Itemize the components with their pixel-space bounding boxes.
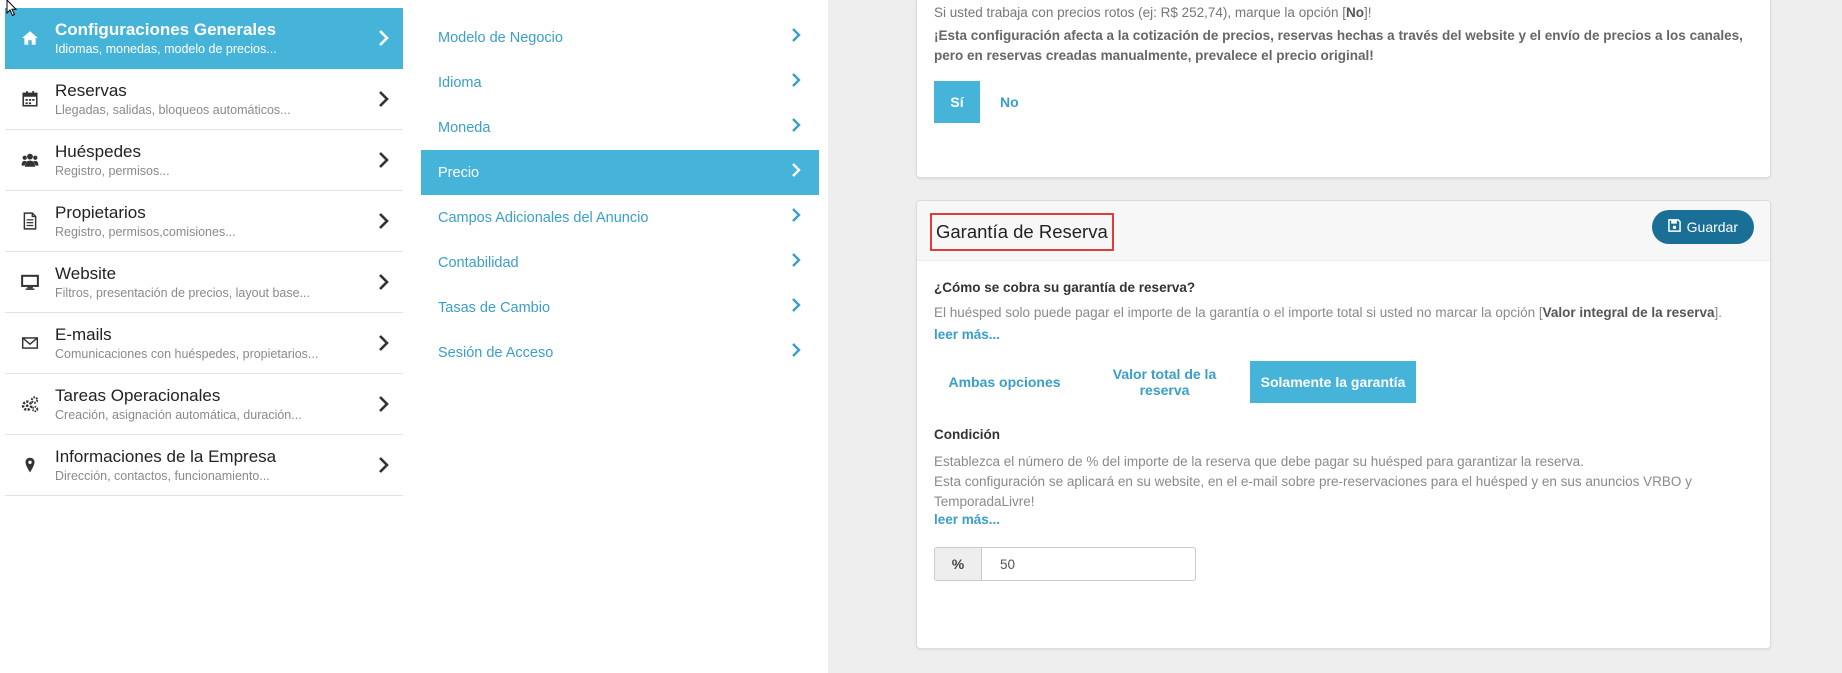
sidebar-item-title: Huéspedes: [55, 141, 142, 161]
garantia-question: ¿Cómo se cobra su garantía de reserva?: [934, 280, 1196, 295]
text-fragment: ].: [1714, 305, 1722, 320]
garantia-reserva-card: Garantía de Reserva Guardar ¿Cómo se cob…: [916, 200, 1771, 649]
chevron-right-icon: [363, 30, 403, 46]
sidebar-item-huespedes[interactable]: Huéspedes Registro, permisos...: [5, 130, 403, 191]
option-no-button[interactable]: No: [1000, 81, 1019, 123]
envelope-icon: [5, 334, 55, 352]
chevron-right-icon: [363, 91, 403, 107]
chevron-right-icon: [791, 253, 801, 272]
percent-addon: %: [934, 547, 982, 581]
floppy-disk-icon: [1667, 219, 1681, 235]
chevron-right-icon: [791, 343, 801, 362]
sidebar-item-informaciones-empresa[interactable]: Informaciones de la Empresa Dirección, c…: [5, 435, 403, 496]
sidebar-item-website[interactable]: Website Filtros, presentación de precios…: [5, 252, 403, 313]
chevron-right-icon: [791, 28, 801, 47]
sidebar-item-subtitle: Comunicaciones con huéspedes, propietari…: [55, 346, 319, 361]
chevron-right-icon: [791, 208, 801, 227]
sidebar-item-propietarios[interactable]: Propietarios Registro, permisos,comision…: [5, 191, 403, 252]
home-icon: [5, 29, 55, 47]
submenu-item-label: Idioma: [438, 74, 482, 91]
percentage-input-group: %: [934, 547, 1196, 581]
submenu-item-tasas-cambio[interactable]: Tasas de Cambio: [421, 285, 819, 330]
mouse-cursor-icon: [6, 0, 18, 17]
chevron-right-icon: [791, 163, 801, 182]
chevron-right-icon: [791, 118, 801, 137]
sidebar-item-subtitle: Registro, permisos...: [55, 163, 170, 178]
submenu-item-label: Moneda: [438, 119, 491, 136]
percentage-input[interactable]: [982, 547, 1196, 581]
sidebar-item-subtitle: Idiomas, monedas, modelo de precios...: [55, 41, 277, 56]
submenu-item-label: Campos Adicionales del Anuncio: [438, 209, 649, 226]
text-fragment: El huésped solo puede pagar el importe d…: [934, 305, 1543, 320]
sidebar-item-title: Tareas Operacionales: [55, 385, 221, 405]
submenu-item-label: Modelo de Negocio: [438, 29, 563, 46]
chevron-right-icon: [363, 274, 403, 290]
read-more-link[interactable]: leer más...: [934, 327, 1000, 342]
submenu-item-label: Contabilidad: [438, 254, 519, 271]
sidebar-item-e-mails[interactable]: E-mails Comunicaciones con huéspedes, pr…: [5, 313, 403, 374]
submenu-item-label: Precio: [438, 164, 480, 181]
precios-rotos-warning: ¡Esta configuración afecta a la cotizaci…: [934, 28, 1743, 63]
sidebar-item-subtitle: Filtros, presentación de precios, layout…: [55, 285, 310, 300]
save-button[interactable]: Guardar: [1651, 210, 1754, 244]
sidebar-item-configuraciones-generales[interactable]: Configuraciones Generales Idiomas, moned…: [5, 8, 403, 69]
option-solamente-garantia[interactable]: Solamente la garantía: [1250, 361, 1416, 403]
option-si-button[interactable]: Sí: [934, 81, 980, 123]
chevron-right-icon: [791, 298, 801, 317]
submenu-item-label: Sesión de Acceso: [438, 344, 554, 361]
precios-rotos-card: Si usted trabaja con precios rotos (ej: …: [916, 0, 1771, 178]
chevron-right-icon: [363, 396, 403, 412]
chevron-right-icon: [363, 152, 403, 168]
submenu-item-precio[interactable]: Precio: [421, 150, 819, 195]
text-fragment: Si usted trabaja con precios rotos (ej: …: [934, 5, 1346, 20]
option-valor-total[interactable]: Valor total de la reserva: [1087, 361, 1242, 403]
sidebar-item-subtitle: Creación, asignación automática, duració…: [55, 407, 302, 422]
users-icon: [5, 151, 55, 169]
save-button-label: Guardar: [1686, 219, 1738, 235]
gears-icon: [5, 395, 55, 413]
chevron-right-icon: [791, 73, 801, 92]
submenu-item-label: Tasas de Cambio: [438, 299, 551, 316]
sidebar-item-title: Website: [55, 263, 117, 283]
condition-line: Esta configuración se aplicará en su web…: [934, 474, 1692, 509]
text-fragment-bold: No: [1345, 5, 1364, 20]
option-ambas-opciones[interactable]: Ambas opciones: [934, 361, 1075, 403]
sidebar-item-title: Reservas: [55, 80, 127, 100]
submenu-item-sesion-acceso[interactable]: Sesión de Acceso: [421, 330, 819, 375]
precios-rotos-description: Si usted trabaja con precios rotos (ej: …: [934, 5, 1372, 20]
submenu-item-moneda[interactable]: Moneda: [421, 105, 819, 150]
submenu-item-modelo-negocio[interactable]: Modelo de Negocio: [421, 15, 819, 60]
sidebar-item-title: E-mails: [55, 324, 112, 344]
condition-line: Establezca el número de % del importe de…: [934, 454, 1584, 469]
condition-description: Establezca el número de % del importe de…: [934, 452, 1734, 512]
condition-label: Condición: [934, 427, 1000, 442]
sidebar-item-title: Configuraciones Generales: [55, 19, 277, 39]
sidebar-item-title: Informaciones de la Empresa: [55, 446, 277, 466]
settings-submenu: Modelo de Negocio Idioma Moneda Precio C…: [421, 15, 819, 375]
submenu-item-contabilidad[interactable]: Contabilidad: [421, 240, 819, 285]
calendar-icon: [5, 90, 55, 108]
submenu-item-campos-adicionales[interactable]: Campos Adicionales del Anuncio: [421, 195, 819, 240]
sidebar-item-reservas[interactable]: Reservas Llegadas, salidas, bloqueos aut…: [5, 69, 403, 130]
settings-sidebar: Configuraciones Generales Idiomas, moned…: [5, 8, 403, 496]
document-icon: [5, 212, 55, 230]
card-title: Garantía de Reserva: [930, 213, 1114, 251]
sidebar-item-title: Propietarios: [55, 202, 146, 222]
sidebar-item-subtitle: Llegadas, salidas, bloqueos automáticos.…: [55, 102, 291, 117]
chevron-right-icon: [363, 335, 403, 351]
submenu-item-idioma[interactable]: Idioma: [421, 60, 819, 105]
text-fragment-bold: Valor integral de la reserva: [1542, 305, 1715, 320]
map-pin-icon: [5, 456, 55, 474]
text-fragment: ]!: [1363, 5, 1372, 20]
read-more-link[interactable]: leer más...: [934, 512, 1000, 527]
chevron-right-icon: [363, 457, 403, 473]
sidebar-item-subtitle: Registro, permisos,comisiones...: [55, 224, 236, 239]
garantia-description: El huésped solo puede pagar el importe d…: [934, 305, 1722, 320]
monitor-icon: [5, 273, 55, 291]
chevron-right-icon: [363, 213, 403, 229]
card-header: Garantía de Reserva Guardar: [917, 201, 1770, 261]
sidebar-item-tareas-operacionales[interactable]: Tareas Operacionales Creación, asignació…: [5, 374, 403, 435]
sidebar-item-subtitle: Dirección, contactos, funcionamiento...: [55, 468, 270, 483]
